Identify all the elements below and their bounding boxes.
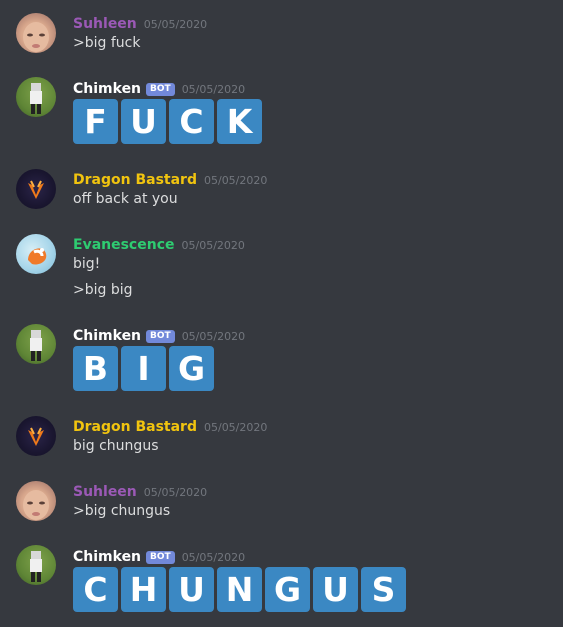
letter-tile: U <box>121 99 166 144</box>
username[interactable]: Evanescence <box>73 237 175 253</box>
message-text: big chungus <box>73 438 159 454</box>
avatar[interactable] <box>16 13 56 53</box>
chat-messages: Suhleen 05/05/2020 >big fuck Chimken BOT 05… <box>0 0 563 627</box>
message-header: Dragon Bastard 05/05/2020 <box>73 416 267 435</box>
evanescence-avatar-koi <box>28 248 47 265</box>
avatar[interactable] <box>16 324 56 364</box>
username[interactable]: Chimken <box>73 81 141 97</box>
chimken-avatar-figure <box>30 551 42 582</box>
message-header: Suhleen 05/05/2020 <box>73 13 207 32</box>
message-header: Chimken BOT 05/05/2020 <box>73 78 245 97</box>
timestamp: 05/05/2020 <box>181 551 246 564</box>
avatar[interactable] <box>16 545 56 585</box>
letter-tile: F <box>73 99 118 144</box>
letter-tile: C <box>73 567 118 612</box>
timestamp: 05/05/2020 <box>181 239 245 252</box>
letter-tile: N <box>217 567 262 612</box>
letter-tile: I <box>121 346 166 391</box>
message-header: Dragon Bastard 05/05/2020 <box>73 169 267 188</box>
username[interactable]: Dragon Bastard <box>73 419 197 435</box>
message-text: off back at you <box>73 191 178 207</box>
avatar[interactable] <box>16 481 56 521</box>
letter-tile: S <box>361 567 406 612</box>
timestamp: 05/05/2020 <box>143 18 208 31</box>
message-header: Evanescence 05/05/2020 <box>73 234 245 253</box>
letter-tiles: F U C K <box>73 99 265 144</box>
dragon-avatar-face <box>28 427 44 446</box>
username[interactable]: Chimken <box>73 549 141 565</box>
message-header: Chimken BOT 05/05/2020 <box>73 546 245 565</box>
timestamp: 05/05/2020 <box>143 486 208 499</box>
bot-tag: BOT <box>146 330 175 343</box>
message-text: >big chungus <box>73 503 171 519</box>
avatar[interactable] <box>16 234 56 274</box>
letter-tile: H <box>121 567 166 612</box>
message-header: Chimken BOT 05/05/2020 <box>73 325 245 344</box>
message-header: Suhleen 05/05/2020 <box>73 481 207 500</box>
username[interactable]: Dragon Bastard <box>73 172 197 188</box>
letter-tile: U <box>313 567 358 612</box>
message-text: >big fuck <box>73 35 141 51</box>
timestamp: 05/05/2020 <box>181 330 246 343</box>
avatar[interactable] <box>16 77 56 117</box>
message-text: big! <box>73 256 101 272</box>
chimken-avatar-figure <box>30 83 42 114</box>
letter-tile: K <box>217 99 262 144</box>
avatar[interactable] <box>16 169 56 209</box>
bot-tag: BOT <box>146 551 175 564</box>
letter-tile: C <box>169 99 214 144</box>
timestamp: 05/05/2020 <box>203 174 268 187</box>
letter-tile: B <box>73 346 118 391</box>
letter-tiles: C H U N G U S <box>73 567 409 612</box>
bot-tag: BOT <box>146 83 175 96</box>
suhleen-avatar-face <box>23 22 49 52</box>
letter-tile: U <box>169 567 214 612</box>
letter-tiles: B I G <box>73 346 217 391</box>
chimken-avatar-figure <box>30 330 42 361</box>
timestamp: 05/05/2020 <box>203 421 268 434</box>
letter-tile: G <box>169 346 214 391</box>
username[interactable]: Suhleen <box>73 484 137 500</box>
username[interactable]: Chimken <box>73 328 141 344</box>
username[interactable]: Suhleen <box>73 16 137 32</box>
avatar[interactable] <box>16 416 56 456</box>
dragon-avatar-face <box>28 180 44 199</box>
timestamp: 05/05/2020 <box>181 83 246 96</box>
message-text: >big big <box>73 282 133 298</box>
suhleen-avatar-face <box>23 490 49 520</box>
letter-tile: G <box>265 567 310 612</box>
